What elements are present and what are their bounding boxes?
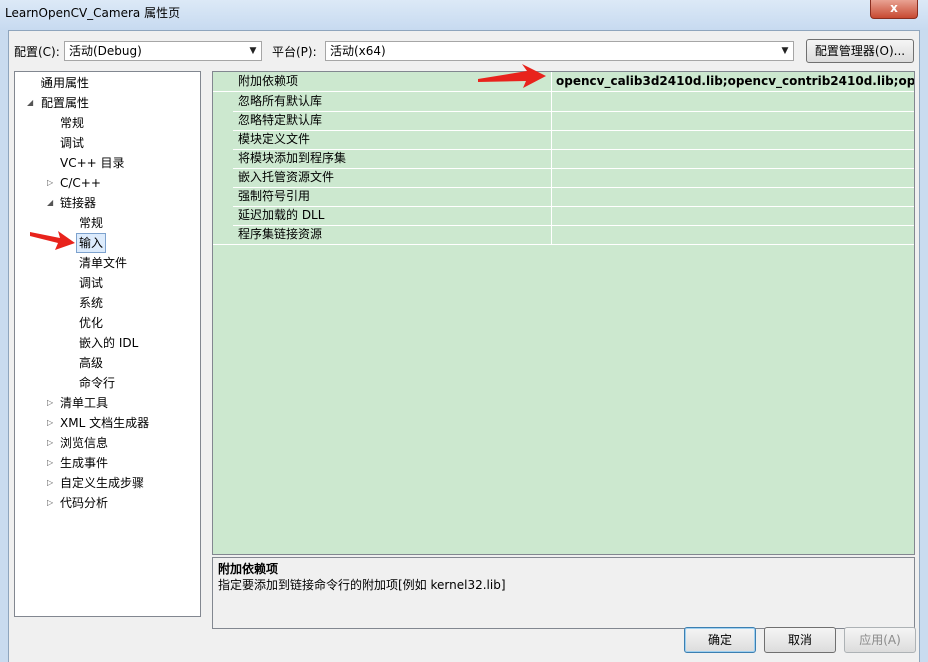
property-grid: 附加依赖项 opencv_calib3d2410d.lib;opencv_con…	[212, 71, 915, 555]
platform-label: 平台(P):	[272, 45, 317, 59]
tree-item-linker-debugging[interactable]: 调试	[79, 274, 103, 292]
dialog-client: 配置(C): 活动(Debug) ▼ 平台(P): 活动(x64) ▼ 配置管理…	[8, 30, 920, 662]
property-value[interactable]	[553, 111, 914, 130]
grid-row[interactable]: 忽略特定默认库	[213, 111, 914, 131]
tree-item-system[interactable]: 系统	[79, 294, 103, 312]
tree-item-common-properties[interactable]: 通用属性	[41, 74, 89, 92]
tree-item-optimization[interactable]: 优化	[79, 314, 103, 332]
config-combo-value: 活动(Debug)	[69, 44, 142, 58]
tree-item-manifest-tool[interactable]: 清单工具	[60, 394, 108, 412]
tree-item-custom-build-step[interactable]: 自定义生成步骤	[60, 474, 144, 492]
tree-item-manifest-file[interactable]: 清单文件	[79, 254, 127, 272]
tree-item-advanced[interactable]: 高级	[79, 354, 103, 372]
tree-item-general[interactable]: 常规	[60, 114, 84, 132]
config-label: 配置(C):	[14, 45, 60, 59]
property-value[interactable]	[553, 130, 914, 149]
expand-triangle-icon[interactable]: ▷	[47, 394, 53, 412]
tree-item-build-events[interactable]: 生成事件	[60, 454, 108, 472]
grid-row[interactable]: 延迟加载的 DLL	[213, 206, 914, 226]
grid-row[interactable]: 程序集链接资源	[213, 225, 914, 245]
property-name: 忽略特定默认库	[233, 111, 552, 130]
close-icon: x	[890, 1, 898, 15]
collapse-triangle-icon[interactable]: ◢	[47, 194, 53, 212]
expand-triangle-icon[interactable]: ▷	[47, 414, 53, 432]
property-tree: ▷ 通用属性 ◢ 配置属性 常规 调试 VC++ 目录 ▷ C/C++ ◢ 链接…	[14, 71, 201, 617]
tree-item-browse-info[interactable]: 浏览信息	[60, 434, 108, 452]
close-button[interactable]: x	[870, 0, 918, 19]
description-panel: 附加依赖项 指定要添加到链接命令行的附加项[例如 kernel32.lib]	[212, 557, 915, 629]
tree-item-linker-general[interactable]: 常规	[79, 214, 103, 232]
property-name: 嵌入托管资源文件	[233, 168, 552, 187]
property-name: 强制符号引用	[233, 187, 552, 206]
grid-row[interactable]: 模块定义文件	[213, 130, 914, 150]
tree-item-xml-doc-generator[interactable]: XML 文档生成器	[60, 414, 149, 432]
description-title: 附加依赖项	[218, 562, 279, 576]
platform-combo[interactable]: 活动(x64) ▼	[325, 41, 794, 61]
property-name: 程序集链接资源	[233, 225, 552, 244]
tree-item-vc-directories[interactable]: VC++ 目录	[60, 154, 125, 172]
tree-item-cpp[interactable]: C/C++	[60, 174, 101, 192]
expand-triangle-icon[interactable]: ▷	[47, 494, 53, 512]
chevron-down-icon: ▼	[781, 46, 789, 56]
platform-combo-value: 活动(x64)	[330, 44, 386, 58]
tree-item-code-analysis[interactable]: 代码分析	[60, 494, 108, 512]
property-name: 延迟加载的 DLL	[233, 206, 552, 225]
collapse-triangle-icon[interactable]: ◢	[27, 94, 33, 112]
property-value[interactable]	[553, 187, 914, 206]
grid-row[interactable]: 嵌入托管资源文件	[213, 168, 914, 188]
window-title: LearnOpenCV_Camera 属性页	[5, 6, 181, 20]
property-value[interactable]	[553, 206, 914, 225]
expand-triangle-icon[interactable]: ▷	[47, 454, 53, 472]
title-bar: LearnOpenCV_Camera 属性页 x	[0, 0, 928, 30]
property-value[interactable]	[553, 92, 914, 111]
description-text: 指定要添加到链接命令行的附加项[例如 kernel32.lib]	[218, 578, 506, 592]
property-value[interactable]	[553, 149, 914, 168]
apply-button[interactable]: 应用(A)	[844, 627, 916, 653]
tree-item-linker[interactable]: 链接器	[60, 194, 96, 212]
ok-button[interactable]: 确定	[684, 627, 756, 653]
expand-triangle-icon[interactable]: ▷	[47, 434, 53, 452]
chevron-down-icon: ▼	[249, 46, 257, 56]
property-name: 模块定义文件	[233, 130, 552, 149]
expand-triangle-icon[interactable]: ▷	[47, 174, 53, 192]
config-manager-button[interactable]: 配置管理器(O)...	[806, 39, 914, 63]
property-value[interactable]	[553, 168, 914, 187]
grid-row[interactable]: 忽略所有默认库	[213, 92, 914, 112]
expand-triangle-icon[interactable]: ▷	[47, 474, 53, 492]
tree-item-command-line[interactable]: 命令行	[79, 374, 115, 392]
tree-item-linker-input[interactable]: 输入	[76, 233, 107, 253]
tree-item-embedded-idl[interactable]: 嵌入的 IDL	[79, 334, 138, 352]
grid-row[interactable]: 强制符号引用	[213, 187, 914, 207]
grid-row[interactable]: 附加依赖项 opencv_calib3d2410d.lib;opencv_con…	[213, 72, 914, 92]
tree-item-debugging[interactable]: 调试	[60, 134, 84, 152]
property-name: 附加依赖项	[233, 72, 552, 91]
property-name: 忽略所有默认库	[233, 92, 552, 111]
tree-item-config-properties[interactable]: 配置属性	[41, 94, 89, 112]
property-value[interactable]	[553, 225, 914, 244]
cancel-button[interactable]: 取消	[764, 627, 836, 653]
grid-row[interactable]: 将模块添加到程序集	[213, 149, 914, 169]
property-name: 将模块添加到程序集	[233, 149, 552, 168]
property-value[interactable]: opencv_calib3d2410d.lib;opencv_contrib24…	[553, 72, 914, 91]
config-combo[interactable]: 活动(Debug) ▼	[64, 41, 262, 61]
